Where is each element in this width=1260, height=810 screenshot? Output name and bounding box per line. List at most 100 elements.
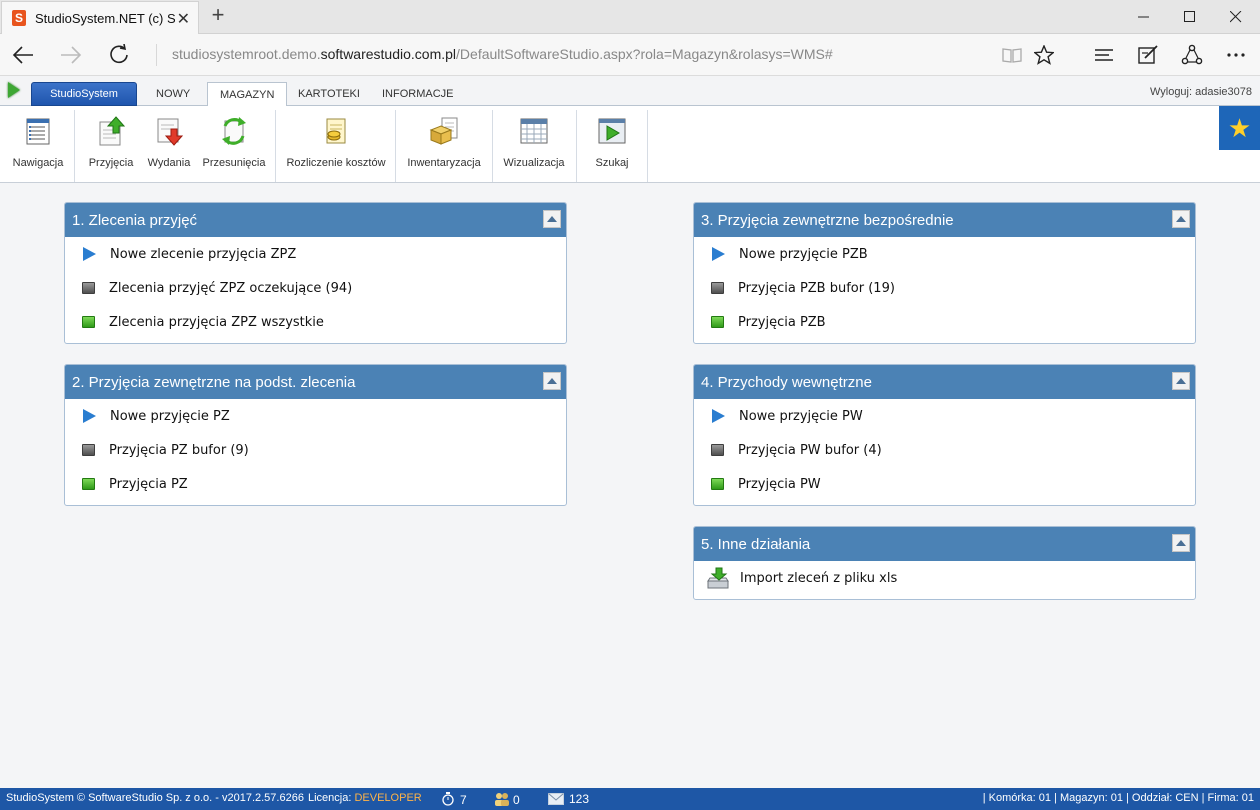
szukaj-button[interactable]: Szukaj [582, 106, 642, 182]
panel-title: 1. Zlecenia przyjęć [72, 211, 198, 229]
close-tab-icon[interactable]: ✕ [177, 9, 190, 29]
share-icon[interactable] [1179, 42, 1205, 68]
nawigacja-label: Nawigacja [12, 157, 64, 169]
stopwatch-icon [441, 792, 455, 806]
maximize-window-icon[interactable] [1167, 0, 1213, 33]
messages-count: 123 [569, 792, 590, 806]
panel-body: Import zleceń z pliku xls [694, 561, 1195, 595]
browser-tab-title: StudioSystem.NET (c) So [35, 10, 175, 26]
panel-body: Nowe zlecenie przyjęcia ZPZ Zlecenia prz… [65, 237, 566, 339]
rozliczenie-kosztow-label: Rozliczenie kosztów [286, 157, 386, 169]
logout-link[interactable]: Wyloguj: adasie3078 [1150, 86, 1252, 98]
calendar-grid-icon [519, 116, 549, 146]
users-indicator[interactable]: 0 [494, 792, 520, 807]
back-icon[interactable] [8, 40, 38, 70]
web-note-icon[interactable] [1135, 42, 1161, 68]
tab-studiosystem[interactable]: StudioSystem [31, 82, 137, 106]
url-prefix: studiosystemroot.demo. [172, 46, 321, 62]
minimize-window-icon[interactable] [1121, 0, 1167, 33]
favorite-star-icon[interactable] [1031, 42, 1057, 68]
panel-link[interactable]: Nowe przyjęcie PZ [65, 399, 566, 433]
wizualizacja-label: Wizualizacja [503, 157, 565, 169]
panel-link[interactable]: Nowe przyjęcie PW [694, 399, 1195, 433]
panel-link[interactable]: Przyjęcia PW [694, 467, 1195, 501]
gray-square-icon [82, 444, 95, 456]
rozliczenie-kosztow-button[interactable]: Rozliczenie kosztów [283, 106, 389, 182]
play-icon[interactable] [8, 82, 20, 98]
link-label: Przyjęcia PZB bufor (19) [738, 280, 895, 296]
panel-link[interactable]: Przyjęcia PZB [694, 305, 1195, 339]
tab-informacje[interactable]: INFORMACJE [370, 82, 466, 106]
wydania-button[interactable]: Wydania [142, 106, 196, 182]
collapse-up-icon [547, 216, 557, 222]
reload-icon[interactable] [104, 40, 134, 70]
messages-indicator[interactable]: 123 [548, 792, 589, 806]
url-field[interactable]: studiosystemroot.demo.softwarestudio.com… [172, 46, 833, 62]
panel-link[interactable]: Zlecenia przyjęć ZPZ oczekujące (94) [65, 271, 566, 305]
panel-link[interactable]: Przyjęcia PW bufor (4) [694, 433, 1195, 467]
przyjecia-button[interactable]: Przyjęcia [82, 106, 140, 182]
collapse-button[interactable] [543, 372, 561, 390]
green-square-icon [82, 316, 95, 328]
tab-kartoteki[interactable]: KARTOTEKI [286, 82, 372, 106]
play-arrow-icon [82, 409, 96, 423]
link-label: Nowe przyjęcie PZ [110, 408, 230, 424]
panel-link[interactable]: Przyjęcia PZ bufor (9) [65, 433, 566, 467]
panel-link[interactable]: Przyjęcia PZ [65, 467, 566, 501]
close-window-icon[interactable] [1213, 0, 1259, 33]
favorites-star-button[interactable]: ★ [1219, 106, 1260, 150]
nawigacja-button[interactable]: Nawigacja [8, 106, 68, 182]
forward-icon[interactable] [56, 40, 86, 70]
users-icon [494, 792, 509, 806]
wydania-label: Wydania [147, 157, 191, 169]
wizualizacja-button[interactable]: Wizualizacja [498, 106, 570, 182]
ribbon-divider [395, 110, 396, 182]
link-label: Import zleceń z pliku xls [740, 570, 898, 586]
doc-cycle-icon [219, 116, 249, 146]
panel-link[interactable]: Nowe przyjęcie PZB [694, 237, 1195, 271]
panel-przychody-wewnetrzne: 4. Przychody wewnętrzne Nowe przyjęcie P… [693, 364, 1196, 506]
gray-square-icon [711, 282, 724, 294]
play-arrow-icon [711, 409, 725, 423]
tab-nowy[interactable]: NOWY [144, 82, 202, 106]
link-label: Nowe przyjęcie PZB [739, 246, 868, 262]
link-label: Zlecenia przyjęcia ZPZ wszystkie [109, 314, 324, 330]
panel-title: 2. Przyjęcia zewnętrzne na podst. zlecen… [72, 373, 356, 391]
ribbon-divider [492, 110, 493, 182]
panel-link[interactable]: Import zleceń z pliku xls [694, 561, 1195, 595]
panel-link[interactable]: Nowe zlecenie przyjęcia ZPZ [65, 237, 566, 271]
panel-zlecenia-przyjec: 1. Zlecenia przyjęć Nowe zlecenie przyję… [64, 202, 567, 344]
inwentaryzacja-button[interactable]: Inwentaryzacja [403, 106, 485, 182]
panel-link[interactable]: Przyjęcia PZB bufor (19) [694, 271, 1195, 305]
link-label: Nowe zlecenie przyjęcia ZPZ [110, 246, 297, 262]
more-icon[interactable] [1223, 42, 1249, 68]
panel-header: 2. Przyjęcia zewnętrzne na podst. zlecen… [65, 365, 566, 399]
collapse-button[interactable] [543, 210, 561, 228]
panel-body: Nowe przyjęcie PZB Przyjęcia PZB bufor (… [694, 237, 1195, 339]
hub-icon[interactable] [1091, 42, 1117, 68]
search-play-icon [597, 116, 627, 146]
collapse-button[interactable] [1172, 210, 1190, 228]
collapse-button[interactable] [1172, 372, 1190, 390]
panel-title: 5. Inne działania [701, 535, 811, 553]
collapse-button[interactable] [1172, 534, 1190, 552]
reading-view-icon[interactable] [999, 42, 1025, 68]
doc-arrow-up-icon [96, 116, 126, 146]
panel-link[interactable]: Zlecenia przyjęcia ZPZ wszystkie [65, 305, 566, 339]
panel-inne-dzialania: 5. Inne działania Import zleceń z pliku … [693, 526, 1196, 600]
new-tab-icon[interactable]: + [206, 3, 230, 29]
szukaj-label: Szukaj [595, 157, 629, 169]
play-arrow-icon [711, 247, 725, 261]
panel-title: 3. Przyjęcia zewnętrzne bezpośrednie [701, 211, 954, 229]
envelope-icon [548, 793, 564, 805]
tab-magazyn[interactable]: MAGAZYN [207, 82, 288, 107]
collapse-up-icon [547, 378, 557, 384]
panel-title: 4. Przychody wewnętrzne [701, 373, 872, 391]
panel-header: 1. Zlecenia przyjęć [65, 203, 566, 237]
browser-address-bar: studiosystemroot.demo.softwarestudio.com… [0, 34, 1260, 76]
url-separator [156, 44, 157, 66]
browser-tab[interactable]: S StudioSystem.NET (c) So ✕ [1, 1, 199, 34]
timer-indicator[interactable]: 7 [441, 792, 467, 807]
green-square-icon [82, 478, 95, 490]
przesuniecia-button[interactable]: Przesunięcia [200, 106, 268, 182]
